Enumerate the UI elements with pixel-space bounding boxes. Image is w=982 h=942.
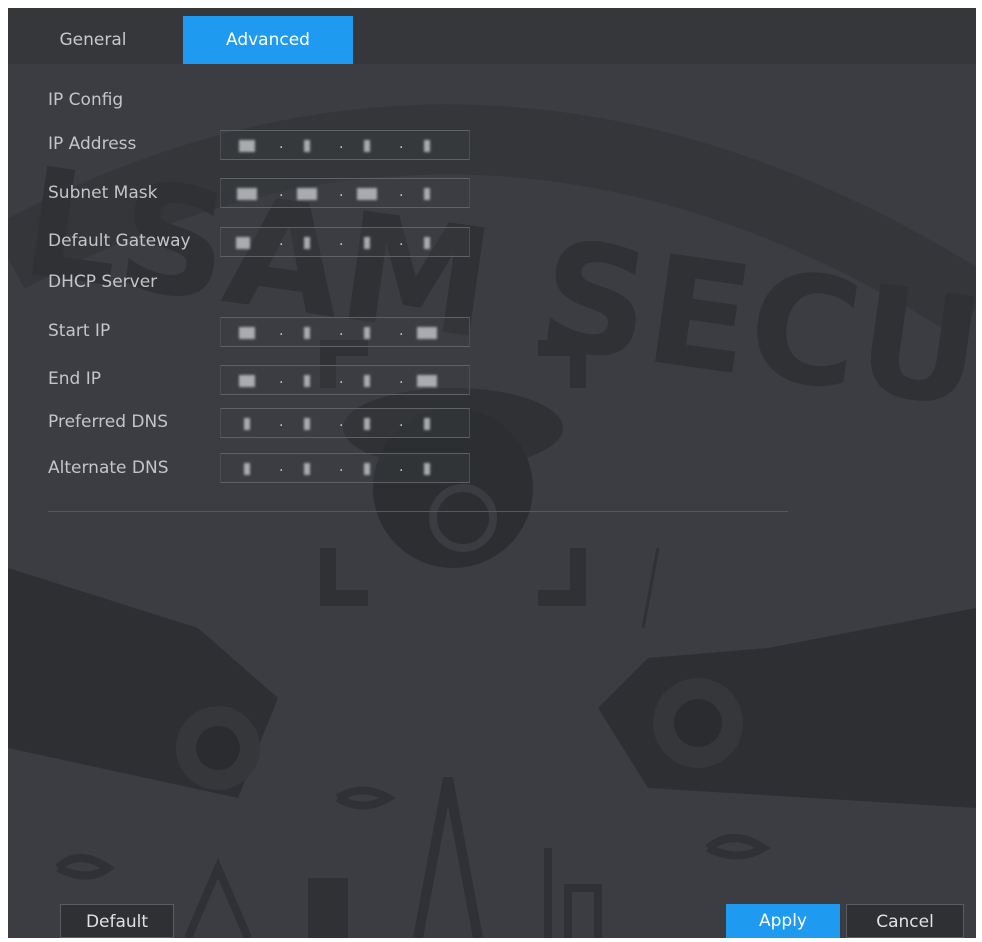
preferred-dns-octet-3	[345, 415, 389, 433]
subnet-mask-label: Subnet Mask	[48, 183, 158, 203]
ip-address-input[interactable]: . . .	[220, 130, 470, 160]
ip-address-label: IP Address	[48, 134, 137, 154]
start-ip-octet-2	[285, 324, 329, 342]
default-gateway-octet-3	[345, 234, 389, 252]
tab-bar: General Advanced	[8, 8, 976, 64]
default-button[interactable]: Default	[60, 904, 174, 938]
subnet-mask-octet-4	[405, 185, 449, 203]
end-ip-input[interactable]: . . .	[220, 365, 470, 395]
start-ip-octet-4	[405, 324, 449, 342]
end-ip-octet-3	[345, 372, 389, 390]
subnet-mask-octet-2	[285, 185, 329, 203]
alternate-dns-octet-2	[285, 460, 329, 478]
default-gateway-label: Default Gateway	[48, 231, 191, 251]
preferred-dns-octet-1	[225, 415, 269, 433]
ip-address-octet-3	[345, 137, 389, 155]
section-divider	[48, 511, 788, 512]
start-ip-octet-1	[225, 324, 269, 342]
subnet-mask-octet-1	[225, 185, 269, 203]
dhcp-server-heading: DHCP Server	[48, 272, 158, 292]
apply-button[interactable]: Apply	[726, 904, 840, 938]
end-ip-octet-4	[405, 372, 449, 390]
default-gateway-octet-2	[285, 234, 329, 252]
start-ip-input[interactable]: . . .	[220, 317, 470, 347]
default-gateway-octet-1	[221, 234, 265, 252]
ip-config-heading: IP Config	[48, 90, 124, 110]
preferred-dns-input[interactable]: . . .	[220, 408, 470, 438]
start-ip-label: Start IP	[48, 321, 111, 341]
network-settings-panel: LSAM SECURITY General Advanced IP Config…	[8, 8, 976, 938]
ip-address-octet-4	[405, 137, 449, 155]
end-ip-octet-1	[225, 372, 269, 390]
subnet-mask-octet-3	[345, 185, 389, 203]
alternate-dns-label: Alternate DNS	[48, 458, 169, 478]
tab-advanced[interactable]: Advanced	[183, 16, 353, 64]
footer-button-bar: Default Apply Cancel	[8, 904, 976, 938]
preferred-dns-octet-4	[405, 415, 449, 433]
alternate-dns-octet-4	[405, 460, 449, 478]
ip-address-octet-2	[285, 137, 329, 155]
default-gateway-octet-4	[405, 234, 449, 252]
alternate-dns-octet-1	[225, 460, 269, 478]
preferred-dns-label: Preferred DNS	[48, 412, 169, 432]
alternate-dns-input[interactable]: . . .	[220, 453, 470, 483]
cancel-button[interactable]: Cancel	[846, 904, 964, 938]
alternate-dns-octet-3	[345, 460, 389, 478]
end-ip-octet-2	[285, 372, 329, 390]
default-gateway-input[interactable]: . . .	[220, 227, 470, 257]
ip-address-octet-1	[225, 137, 269, 155]
end-ip-label: End IP	[48, 369, 101, 389]
start-ip-octet-3	[345, 324, 389, 342]
subnet-mask-input[interactable]: . . .	[220, 178, 470, 208]
tab-general[interactable]: General	[38, 16, 148, 64]
preferred-dns-octet-2	[285, 415, 329, 433]
